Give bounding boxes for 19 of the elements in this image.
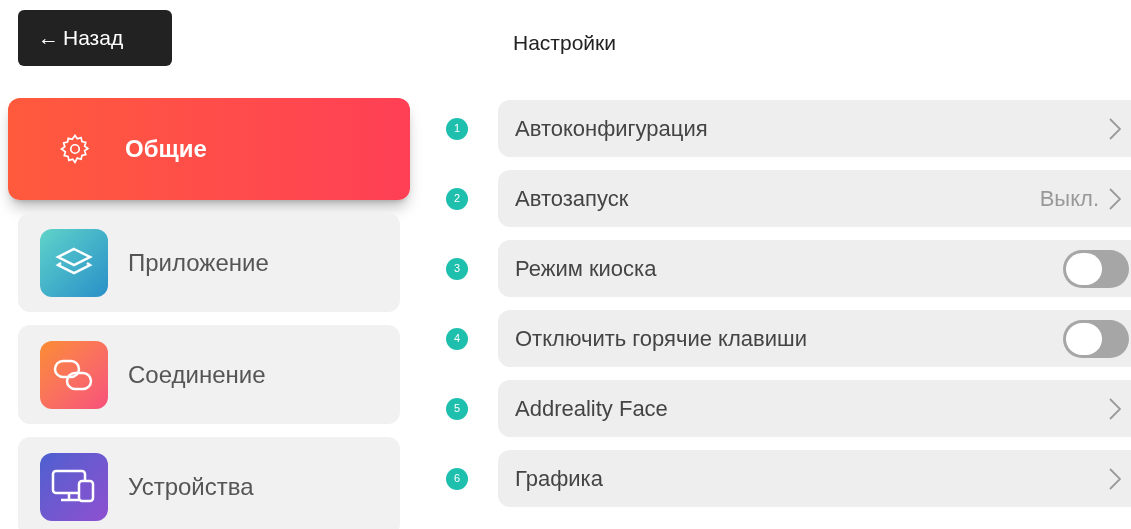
settings-row[interactable]: Addreality Face	[498, 380, 1131, 437]
sidebar-item[interactable]: Приложение	[18, 213, 400, 312]
back-arrow-icon: ←	[38, 22, 59, 54]
value-text: Выкл.	[1039, 185, 1099, 213]
sidebar-item[interactable]: Устройства	[18, 437, 400, 529]
sidebar-item[interactable]: Соединение	[18, 325, 400, 424]
number-badge: 6	[446, 467, 468, 490]
settings-row[interactable]: Графика	[498, 450, 1131, 507]
settings-row[interactable]: Автозапуск Выкл.	[498, 170, 1131, 227]
settings-row[interactable]: Отключить горячие клавиши	[498, 310, 1131, 367]
page-title: Настройки	[513, 31, 616, 54]
number-badge: 5	[446, 397, 468, 420]
settings-row[interactable]: Режим киоска	[498, 240, 1131, 297]
settings-row[interactable]: Автоконфигурация	[498, 100, 1131, 157]
number-badge: 4	[446, 327, 468, 350]
number-badge: 2	[446, 187, 468, 210]
back-button[interactable]: ← Назад	[18, 10, 172, 66]
number-badge: 3	[446, 257, 468, 280]
number-badge: 1	[446, 117, 468, 140]
